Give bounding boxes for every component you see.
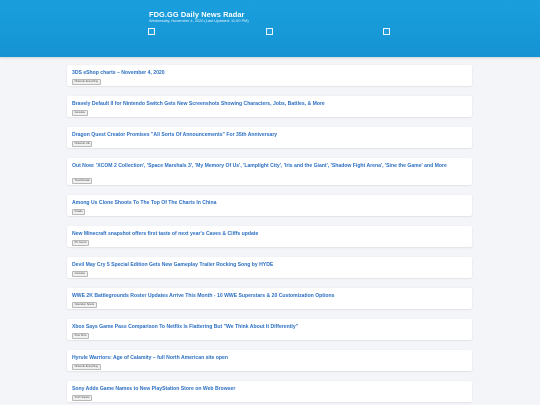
news-card: New Minecraft snapshot offers first tast… xyxy=(67,226,472,247)
news-card: Bravely Default II for Nintendo Switch G… xyxy=(67,96,472,117)
news-headline-link[interactable]: Hyrule Warriors: Age of Calamity – full … xyxy=(72,355,466,361)
source-badge: Pure Xbox xyxy=(72,333,90,339)
source-badge: Push Square xyxy=(72,395,93,401)
source-badge: Gematsu xyxy=(72,271,88,277)
source-badge: Nintendo Everything xyxy=(72,364,101,370)
checkbox-icon[interactable] xyxy=(266,28,273,35)
news-headline-link[interactable]: New Minecraft snapshot offers first tast… xyxy=(72,231,466,237)
news-headline-link[interactable]: 3DS eShop charts – November 4, 2020 xyxy=(72,70,466,76)
checkbox-icon[interactable] xyxy=(148,28,155,35)
news-headline-link[interactable]: Devil May Cry 5 Special Edition Gets New… xyxy=(72,262,466,268)
news-card: 3DS eShop charts – November 4, 2020 Nint… xyxy=(67,65,472,86)
news-card: Hyrule Warriors: Age of Calamity – full … xyxy=(67,350,472,371)
header-banner: FDG.GG Daily News Radar Wednesday, Novem… xyxy=(0,0,540,57)
news-headline-link[interactable]: Bravely Default II for Nintendo Switch G… xyxy=(72,101,466,107)
news-card: Among Us Clone Shoots To The Top Of The … xyxy=(67,195,472,216)
source-badge: Nintendo Life xyxy=(72,141,93,147)
news-card: WWE 2K Battlegrounds Roster Updates Arri… xyxy=(67,288,472,309)
news-headline-link[interactable]: Dragon Quest Creator Promises "All Sorts… xyxy=(72,132,466,138)
news-card: Dragon Quest Creator Promises "All Sorts… xyxy=(67,127,472,148)
news-card: Devil May Cry 5 Special Edition Gets New… xyxy=(67,257,472,278)
source-badge: PC Gamer xyxy=(72,240,90,246)
news-headline-link[interactable]: WWE 2K Battlegrounds Roster Updates Arri… xyxy=(72,293,466,299)
news-headline-link[interactable]: Xbox Says Game Pass Comparison To Netfli… xyxy=(72,324,466,330)
source-badge: Operation Sports xyxy=(72,302,97,308)
source-badge: Nintendo Everything xyxy=(72,79,101,85)
source-badge: Gematsu xyxy=(72,110,88,116)
news-headline-link[interactable]: Out Now: 'XCOM 2 Collection', 'Space Mar… xyxy=(72,163,466,169)
page-subtitle: Wednesday, November 4, 2020 (Last Update… xyxy=(149,18,249,23)
news-headline-link[interactable]: Sony Adds Game Names to New PlayStation … xyxy=(72,386,466,392)
source-badge: Kotaku xyxy=(72,209,86,215)
news-card: Out Now: 'XCOM 2 Collection', 'Space Mar… xyxy=(67,158,472,185)
checkbox-icon[interactable] xyxy=(383,28,390,35)
news-headline-link[interactable]: Among Us Clone Shoots To The Top Of The … xyxy=(72,200,466,206)
source-badge: TouchArcade xyxy=(72,178,93,184)
news-card: Sony Adds Game Names to New PlayStation … xyxy=(67,381,472,402)
news-card: Xbox Says Game Pass Comparison To Netfli… xyxy=(67,319,472,340)
